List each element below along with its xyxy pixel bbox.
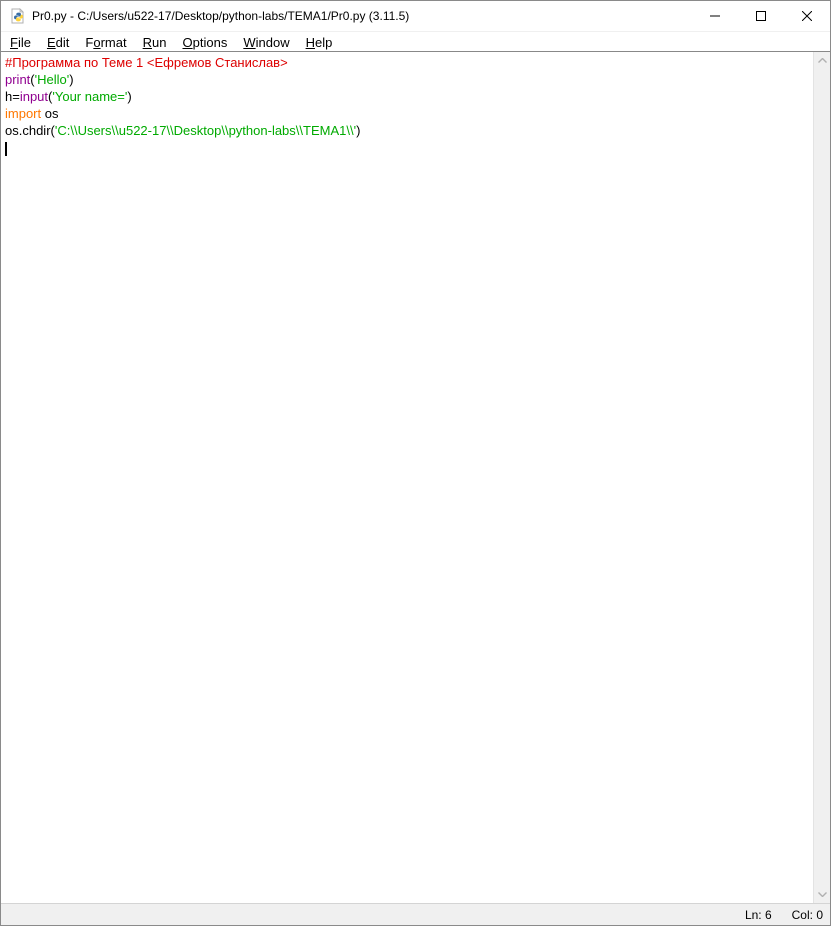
menu-window[interactable]: Window (235, 32, 297, 51)
code-segment-string: 'Your name=' (52, 89, 127, 104)
maximize-icon (756, 11, 766, 21)
menu-format[interactable]: Format (77, 32, 134, 51)
code-segment-string: 'C:\\Users\\u522-17\\Desktop\\python-lab… (55, 123, 356, 138)
chevron-down-icon (818, 892, 827, 897)
code-segment-plain: ) (356, 123, 360, 138)
code-segment-plain: ) (69, 72, 73, 87)
text-caret (5, 142, 7, 156)
code-segment-builtin: print (5, 72, 30, 87)
code-line-1: #Программа по Теме 1 <Ефремов Станислав> (5, 54, 813, 71)
code-segment-plain: h= (5, 89, 20, 104)
maximize-button[interactable] (738, 1, 784, 31)
code-segment-plain: os.chdir( (5, 123, 55, 138)
status-bar: Ln: 6 Col: 0 (1, 903, 830, 925)
menu-help[interactable]: Help (298, 32, 341, 51)
code-line-6 (5, 139, 813, 156)
code-line-3: h=input('Your name=') (5, 88, 813, 105)
scrollbar-track[interactable] (814, 69, 830, 886)
code-segment-plain: os (41, 106, 58, 121)
idle-editor-window: Pr0.py - C:/Users/u522-17/Desktop/python… (0, 0, 831, 926)
menu-run[interactable]: Run (135, 32, 175, 51)
code-segment-keyword: import (5, 106, 41, 121)
title-bar[interactable]: Pr0.py - C:/Users/u522-17/Desktop/python… (1, 1, 830, 32)
code-line-4: import os (5, 105, 813, 122)
code-segment-plain: ) (127, 89, 131, 104)
code-editor[interactable]: #Программа по Теме 1 <Ефремов Станислав>… (1, 52, 813, 903)
menu-bar: FileEditFormatRunOptionsWindowHelp (1, 32, 830, 52)
minimize-button[interactable] (692, 1, 738, 31)
scroll-up-button[interactable] (814, 52, 830, 69)
minimize-icon (710, 11, 720, 21)
code-segment-comment: #Программа по Теме 1 <Ефремов Станислав> (5, 55, 288, 70)
window-title: Pr0.py - C:/Users/u522-17/Desktop/python… (32, 9, 692, 23)
code-segment-string: 'Hello' (35, 72, 70, 87)
window-controls (692, 1, 830, 31)
menu-options[interactable]: Options (174, 32, 235, 51)
scroll-down-button[interactable] (814, 886, 830, 903)
menu-edit[interactable]: Edit (39, 32, 77, 51)
status-column-number: Col: 0 (782, 908, 830, 922)
vertical-scrollbar[interactable] (813, 52, 830, 903)
code-line-5: os.chdir('C:\\Users\\u522-17\\Desktop\\p… (5, 122, 813, 139)
close-button[interactable] (784, 1, 830, 31)
python-file-icon (10, 8, 26, 24)
code-line-2: print('Hello') (5, 71, 813, 88)
menu-file[interactable]: File (2, 32, 39, 51)
code-segment-builtin: input (20, 89, 48, 104)
editor-area: #Программа по Теме 1 <Ефремов Станислав>… (1, 52, 830, 903)
close-icon (802, 11, 812, 21)
status-line-number: Ln: 6 (735, 908, 782, 922)
chevron-up-icon (818, 58, 827, 63)
